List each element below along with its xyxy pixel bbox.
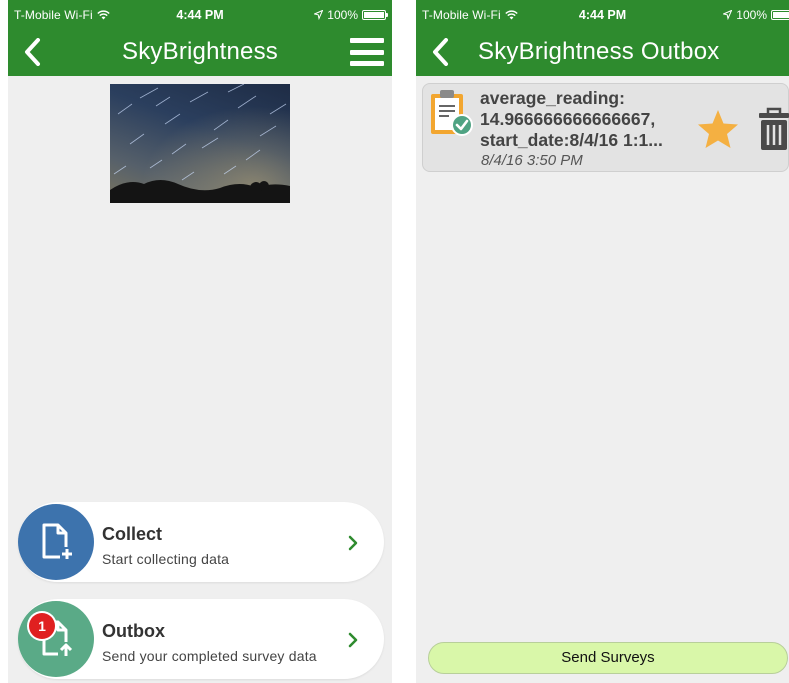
outbox-item[interactable]: average_reading: 14.966666666666667, sta… <box>422 83 789 172</box>
night-sky-photo <box>110 84 290 203</box>
battery-icon <box>771 10 789 20</box>
item-date: 8/4/16 3:50 PM <box>481 152 583 169</box>
status-bar: T-Mobile Wi-Fi 4:44 PM 100% <box>8 0 392 28</box>
item-summary-line-1: average_reading: <box>480 88 625 108</box>
collect-icon-circle <box>18 504 94 580</box>
outbox-button[interactable]: 1 Outbox Send your completed survey data <box>18 599 384 679</box>
location-arrow-icon <box>723 10 733 20</box>
status-bar: T-Mobile Wi-Fi 4:44 PM 100% <box>416 0 789 28</box>
star-icon[interactable] <box>696 108 740 150</box>
chevron-right-icon <box>348 535 358 551</box>
chevron-right-icon <box>348 632 358 648</box>
back-button[interactable] <box>426 36 454 68</box>
outbox-icon-circle <box>18 601 94 677</box>
home-screen: T-Mobile Wi-Fi 4:44 PM 100% SkyBrightnes… <box>8 0 392 683</box>
clipboard-check-icon <box>431 90 473 136</box>
collect-button[interactable]: Collect Start collecting data <box>18 502 384 582</box>
send-surveys-button[interactable]: Send Surveys <box>428 642 788 674</box>
nav-bar: SkyBrightness Outbox <box>416 28 789 76</box>
battery-indicator: 100% <box>314 8 388 22</box>
chevron-left-icon <box>433 38 448 66</box>
collect-label: Collect <box>102 524 163 544</box>
item-summary-line-3: start_date:8/4/16 1:1... <box>480 130 663 150</box>
collect-description: Start collecting data <box>102 551 230 567</box>
trash-icon[interactable] <box>756 106 789 152</box>
outbox-screen: T-Mobile Wi-Fi 4:44 PM 100% SkyBrightnes… <box>416 0 789 683</box>
page-title: SkyBrightness <box>122 38 278 65</box>
outbox-description: Send your completed survey data <box>102 648 317 664</box>
outbox-label: Outbox <box>102 621 165 641</box>
outbox-badge: 1 <box>29 613 55 639</box>
battery-percent: 100% <box>327 8 358 22</box>
hamburger-menu-icon[interactable] <box>350 36 384 68</box>
nav-bar: SkyBrightness <box>8 28 392 76</box>
item-summary-line-2: 14.966666666666667, <box>480 109 656 129</box>
battery-percent: 100% <box>736 8 767 22</box>
add-document-icon <box>42 523 74 561</box>
battery-indicator: 100% <box>723 8 789 22</box>
page-title: SkyBrightness Outbox <box>478 38 720 65</box>
location-arrow-icon <box>314 10 324 20</box>
battery-icon <box>362 10 388 20</box>
